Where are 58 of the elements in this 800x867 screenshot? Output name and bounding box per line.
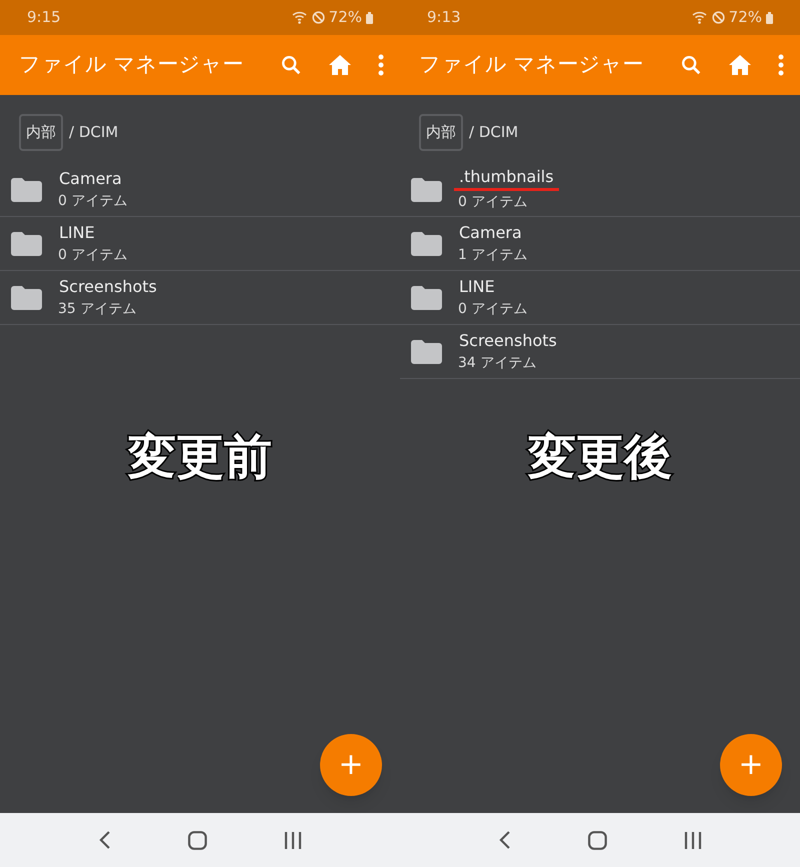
recent-apps-icon[interactable] [684, 830, 702, 850]
folder-icon [11, 232, 42, 256]
item-count: 0 アイテム [458, 300, 528, 318]
folder-row[interactable]: Screenshots 34 アイテム [400, 325, 800, 379]
app-title: ファイル マネージャー [419, 51, 644, 78]
folder-row[interactable]: Camera 0 アイテム [0, 163, 400, 217]
battery-icon [366, 12, 373, 24]
folder-row[interactable]: Screenshots 35 アイテム [0, 271, 400, 325]
home-nav-icon[interactable] [188, 830, 206, 850]
folder-name: LINE [458, 276, 496, 298]
battery-percent: 72% [328, 7, 362, 28]
item-count: 34 アイテム [458, 354, 538, 372]
folder-row[interactable]: Camera 1 アイテム [400, 217, 800, 271]
path-text: / DCIM [69, 122, 118, 144]
item-count: 1 アイテム [458, 246, 528, 264]
status-time: 9:15 [27, 7, 61, 28]
home-icon[interactable] [328, 54, 352, 76]
folder-row[interactable]: .thumbnails 0 アイテム [400, 163, 800, 217]
recent-apps-icon[interactable] [284, 830, 302, 850]
caption: 変更前 [128, 428, 272, 487]
battery-percent: 72% [728, 7, 762, 28]
item-count: 35 アイテム [58, 300, 138, 318]
folder-icon [411, 286, 442, 310]
back-icon[interactable] [498, 830, 510, 850]
more-options-icon[interactable] [378, 54, 384, 76]
do-not-disturb-icon [712, 11, 725, 24]
folder-name: .thumbnails [454, 166, 559, 191]
storage-button[interactable]: 内部 [19, 114, 63, 151]
folder-icon [411, 340, 442, 364]
caption: 変更後 [528, 428, 672, 487]
folder-name: Screenshots [58, 276, 158, 298]
back-icon[interactable] [98, 830, 110, 850]
home-icon[interactable] [728, 54, 752, 76]
do-not-disturb-icon [312, 11, 325, 24]
folder-name: Screenshots [458, 330, 558, 352]
item-count: 0 アイテム [58, 246, 128, 264]
folder-icon [11, 178, 42, 202]
item-count: 0 アイテム [58, 192, 128, 210]
folder-name: Camera [58, 168, 123, 190]
folder-name: LINE [58, 222, 96, 244]
home-nav-icon[interactable] [588, 830, 606, 850]
search-icon[interactable] [680, 54, 702, 76]
search-icon[interactable] [280, 54, 302, 76]
wifi-icon [292, 11, 308, 24]
battery-icon [766, 12, 773, 24]
folder-icon [11, 286, 42, 310]
status-time: 9:13 [427, 7, 461, 28]
folder-row[interactable]: LINE 0 アイテム [400, 271, 800, 325]
item-count: 0 アイテム [458, 193, 528, 212]
folder-row[interactable]: LINE 0 アイテム [0, 217, 400, 271]
wifi-icon [692, 11, 708, 24]
storage-button[interactable]: 内部 [419, 114, 463, 151]
folder-icon [411, 232, 442, 256]
app-title: ファイル マネージャー [19, 51, 244, 78]
more-options-icon[interactable] [778, 54, 784, 76]
folder-icon [411, 178, 442, 202]
folder-name: Camera [458, 222, 523, 244]
path-text: / DCIM [469, 122, 518, 144]
